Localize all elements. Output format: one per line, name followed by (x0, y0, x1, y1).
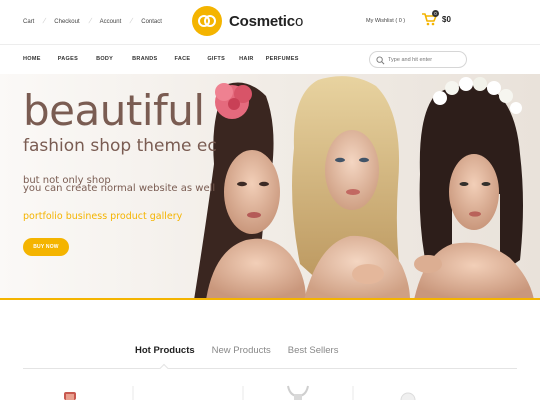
nav-item-body[interactable]: BODY (96, 56, 113, 62)
tab-hot-products[interactable]: Hot Products (135, 345, 195, 356)
separator: / (42, 18, 47, 25)
buy-now-button[interactable]: BUY NOW (23, 238, 69, 256)
nav-item-brands[interactable]: BRANDS (132, 56, 157, 62)
hero-banner: beautiful fashion shop theme ec but not … (0, 74, 540, 300)
product-thumbnails (64, 385, 416, 400)
separator: / (87, 18, 92, 25)
tabs-divider (23, 368, 517, 369)
hero-feature-links: portfolio business product gallery (23, 211, 183, 222)
nav-item-home[interactable]: HOME (23, 56, 41, 62)
cart-link[interactable]: Cart (23, 19, 34, 25)
logo-icon (192, 6, 222, 36)
search-box[interactable] (369, 51, 467, 68)
wishlist-link[interactable]: My Wishlist ( 0 ) (366, 18, 405, 24)
account-link[interactable]: Account (100, 19, 122, 25)
main-nav: HOME PAGES BODY BRANDS FACE GIFTS HAIR P… (0, 44, 540, 74)
product-tabs: Hot Products New Products Best Sellers (135, 345, 355, 356)
tab-best-sellers[interactable]: Best Sellers (288, 345, 339, 356)
hero-title: beautiful (23, 86, 205, 135)
separator: / (129, 18, 134, 25)
tab-new-products[interactable]: New Products (212, 345, 271, 356)
cart-count-badge: 0 (432, 10, 439, 17)
active-tab-indicator (159, 363, 169, 373)
top-bar: Cart / Checkout / Account / Contact Cosm… (0, 0, 540, 44)
nav-item-pages[interactable]: PAGES (58, 56, 78, 62)
hero-text-line-2: you can create normal website as well (23, 183, 216, 194)
search-input[interactable] (388, 54, 462, 65)
contact-link[interactable]: Contact (141, 19, 162, 25)
hero-subtitle: fashion shop theme ec (23, 136, 217, 156)
search-icon[interactable] (376, 56, 385, 65)
checkout-link[interactable]: Checkout (54, 19, 79, 25)
cart-total[interactable]: $0 (442, 15, 451, 24)
site-logo[interactable]: Cosmetico (192, 6, 303, 36)
nav-item-perfumes[interactable]: PERFUMES (266, 56, 299, 62)
nav-menu: HOME PAGES BODY BRANDS FACE GIFTS HAIR P… (23, 56, 299, 62)
nav-item-gifts[interactable]: GIFTS (207, 56, 225, 62)
product-section: Hot Products New Products Best Sellers (0, 300, 540, 400)
nav-item-face[interactable]: FACE (174, 56, 190, 62)
top-links: Cart / Checkout / Account / Contact (23, 18, 162, 25)
nav-item-hair[interactable]: HAIR (239, 56, 254, 62)
logo-text: Cosmetico (229, 12, 304, 30)
